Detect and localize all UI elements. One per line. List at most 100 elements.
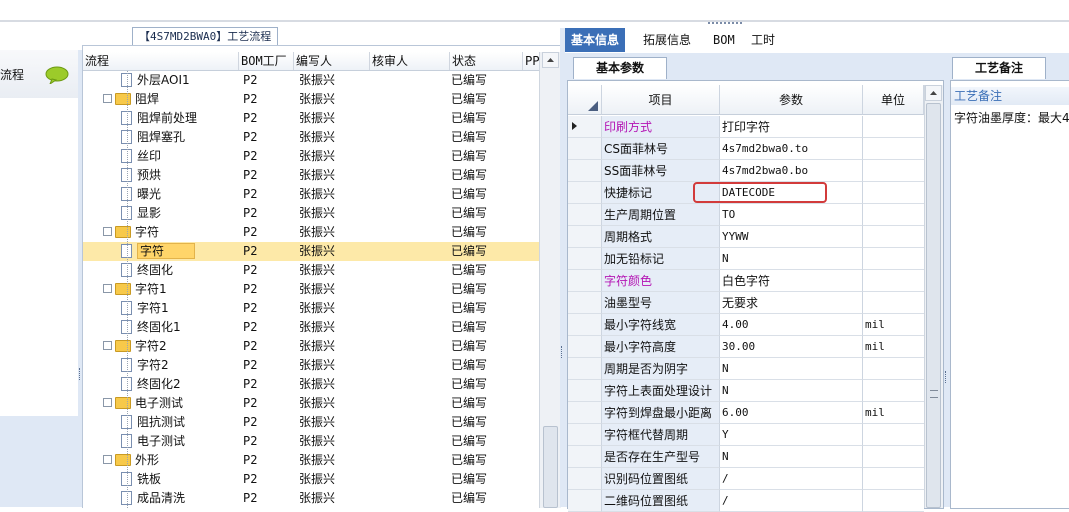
param-value-cell[interactable]: 4.00	[720, 314, 863, 336]
flow-tree-row[interactable]: 丝印 P2 张振兴 已编写	[83, 147, 539, 166]
param-unit-cell[interactable]: mil	[863, 336, 924, 358]
param-unit-cell[interactable]	[863, 138, 924, 160]
tab-labor-hours[interactable]: 工时	[745, 28, 781, 52]
flow-tree-node[interactable]: 终固化1	[121, 318, 181, 337]
param-unit-cell[interactable]: mil	[863, 402, 924, 424]
param-value-cell[interactable]: N	[720, 358, 863, 380]
col-flow[interactable]: 流程	[83, 52, 239, 70]
param-row-header[interactable]	[568, 402, 602, 424]
param-unit-cell[interactable]	[863, 380, 924, 402]
param-value-cell[interactable]: 白色字符	[720, 270, 863, 292]
chat-bubble-icon[interactable]	[44, 66, 70, 84]
col-reviewer[interactable]: 核审人	[370, 52, 450, 70]
param-row-header[interactable]	[568, 248, 602, 270]
param-row[interactable]: 是否存在生产型号 N	[568, 446, 924, 468]
param-value-cell[interactable]: 4s7md2bwa0.bo	[720, 160, 863, 182]
collapse-icon[interactable]	[103, 398, 112, 407]
param-header-unit[interactable]: 单位	[863, 85, 924, 115]
flow-tree-node[interactable]: 阻焊塞孔	[121, 128, 185, 147]
param-row[interactable]: 二维码位置图纸 /	[568, 490, 924, 512]
flow-tree-row[interactable]: 终固化 P2 张振兴 已编写	[83, 261, 539, 280]
param-row[interactable]: 周期格式 YYWW	[568, 226, 924, 248]
param-unit-cell[interactable]: mil	[863, 314, 924, 336]
param-row-header[interactable]	[568, 314, 602, 336]
flow-tree-row[interactable]: 阻抗测试 P2 张振兴 已编写	[83, 413, 539, 432]
param-vertical-scrollbar[interactable]	[924, 85, 943, 508]
param-row-header[interactable]	[568, 336, 602, 358]
flow-tree-row[interactable]: 字符 P2 张振兴 已编写	[83, 242, 539, 261]
param-unit-cell[interactable]	[863, 160, 924, 182]
flow-tree-row[interactable]: 成品清洗 P2 张振兴 已编写	[83, 489, 539, 508]
param-value-cell[interactable]: N	[720, 446, 863, 468]
collapse-icon[interactable]	[103, 284, 112, 293]
collapse-icon[interactable]	[103, 455, 112, 464]
param-unit-cell[interactable]	[863, 248, 924, 270]
param-unit-cell[interactable]	[863, 292, 924, 314]
flow-tree-node[interactable]: 阻抗测试	[121, 413, 185, 432]
tab-basic-info[interactable]: 基本信息	[565, 28, 626, 52]
flow-tree-row[interactable]: 显影 P2 张振兴 已编写	[83, 204, 539, 223]
param-value-cell[interactable]: /	[720, 490, 863, 512]
col-bom[interactable]: BOM工厂	[239, 52, 294, 70]
param-row-header[interactable]	[568, 468, 602, 490]
tab-process-notes[interactable]: 工艺备注	[952, 57, 1046, 79]
flow-tree-row[interactable]: 电子测试 P2 张振兴 已编写	[83, 432, 539, 451]
param-row-header[interactable]	[568, 490, 602, 512]
param-unit-cell[interactable]	[863, 358, 924, 380]
flow-tree-node[interactable]: 字符1	[103, 280, 167, 299]
flow-tree-row[interactable]: 终固化2 P2 张振兴 已编写	[83, 375, 539, 394]
param-value-cell[interactable]: TO	[720, 204, 863, 226]
param-row-header[interactable]	[568, 160, 602, 182]
param-row[interactable]: SS面菲林号 4s7md2bwa0.bo	[568, 160, 924, 182]
flow-tree-row[interactable]: 外层AOI1 P2 张振兴 已编写	[83, 71, 539, 90]
param-scroll-up-button[interactable]	[925, 85, 942, 101]
flow-tree-node[interactable]: 成品清洗	[121, 489, 185, 508]
param-row-header[interactable]	[568, 226, 602, 248]
param-header-item[interactable]: 项目	[602, 85, 720, 115]
param-row[interactable]: 生产周期位置 TO	[568, 204, 924, 226]
param-value-cell[interactable]: 4s7md2bwa0.to	[720, 138, 863, 160]
tab-basic-params[interactable]: 基本参数	[573, 57, 667, 79]
param-row-header[interactable]	[568, 116, 602, 138]
flow-tree-node[interactable]: 字符1	[121, 299, 169, 318]
flow-tree-node[interactable]: 终固化	[121, 261, 173, 280]
param-unit-cell[interactable]	[863, 116, 924, 138]
right-splitter[interactable]	[944, 53, 949, 507]
param-row-header[interactable]	[568, 424, 602, 446]
param-row[interactable]: 字符颜色 白色字符	[568, 270, 924, 292]
param-row[interactable]: 最小字符高度 30.00 mil	[568, 336, 924, 358]
param-row[interactable]: 字符到焊盘最小距离 6.00 mil	[568, 402, 924, 424]
param-row[interactable]: 加无铅标记 N	[568, 248, 924, 270]
flow-tree-row[interactable]: 字符 P2 张振兴 已编写	[83, 223, 539, 242]
flow-tree-row[interactable]: 字符1 P2 张振兴 已编写	[83, 299, 539, 318]
scroll-thumb[interactable]	[543, 426, 558, 508]
tab-extended-info[interactable]: 拓展信息	[637, 28, 697, 52]
flow-tree-node[interactable]: 字符	[121, 242, 196, 261]
flow-tree-node[interactable]: 终固化2	[121, 375, 181, 394]
param-value-cell[interactable]: YYWW	[720, 226, 863, 248]
col-writer[interactable]: 编写人	[294, 52, 370, 70]
param-row[interactable]: 最小字符线宽 4.00 mil	[568, 314, 924, 336]
param-scroll-thumb[interactable]	[926, 103, 941, 508]
flow-tree-node[interactable]: 阻焊前处理	[121, 109, 197, 128]
param-value-cell[interactable]: 打印字符	[720, 116, 863, 138]
param-value-cell[interactable]: N	[720, 248, 863, 270]
param-value-cell[interactable]: 30.00	[720, 336, 863, 358]
flow-tree-row[interactable]: 阻焊 P2 张振兴 已编写	[83, 90, 539, 109]
flow-tree-row[interactable]: 预烘 P2 张振兴 已编写	[83, 166, 539, 185]
flow-tree-node[interactable]: 外层AOI1	[121, 71, 190, 90]
param-row-header[interactable]	[568, 380, 602, 402]
param-unit-cell[interactable]	[863, 204, 924, 226]
collapse-icon[interactable]	[103, 94, 112, 103]
flow-tree-row[interactable]: 字符1 P2 张振兴 已编写	[83, 280, 539, 299]
flow-tree-node[interactable]: 字符	[103, 223, 159, 242]
flow-tree-row[interactable]: 阻焊塞孔 P2 张振兴 已编写	[83, 128, 539, 147]
flow-tree-row[interactable]: 外形 P2 张振兴 已编写	[83, 451, 539, 470]
notes-text[interactable]: 字符油墨厚度：最大40	[954, 109, 1069, 126]
flow-tree-node[interactable]: 阻焊	[103, 90, 159, 109]
param-value-cell[interactable]: 6.00	[720, 402, 863, 424]
param-row[interactable]: 印刷方式 打印字符	[568, 116, 924, 138]
param-unit-cell[interactable]	[863, 490, 924, 512]
param-row-header[interactable]	[568, 270, 602, 292]
flow-tree-node[interactable]: 电子测试	[121, 432, 185, 451]
